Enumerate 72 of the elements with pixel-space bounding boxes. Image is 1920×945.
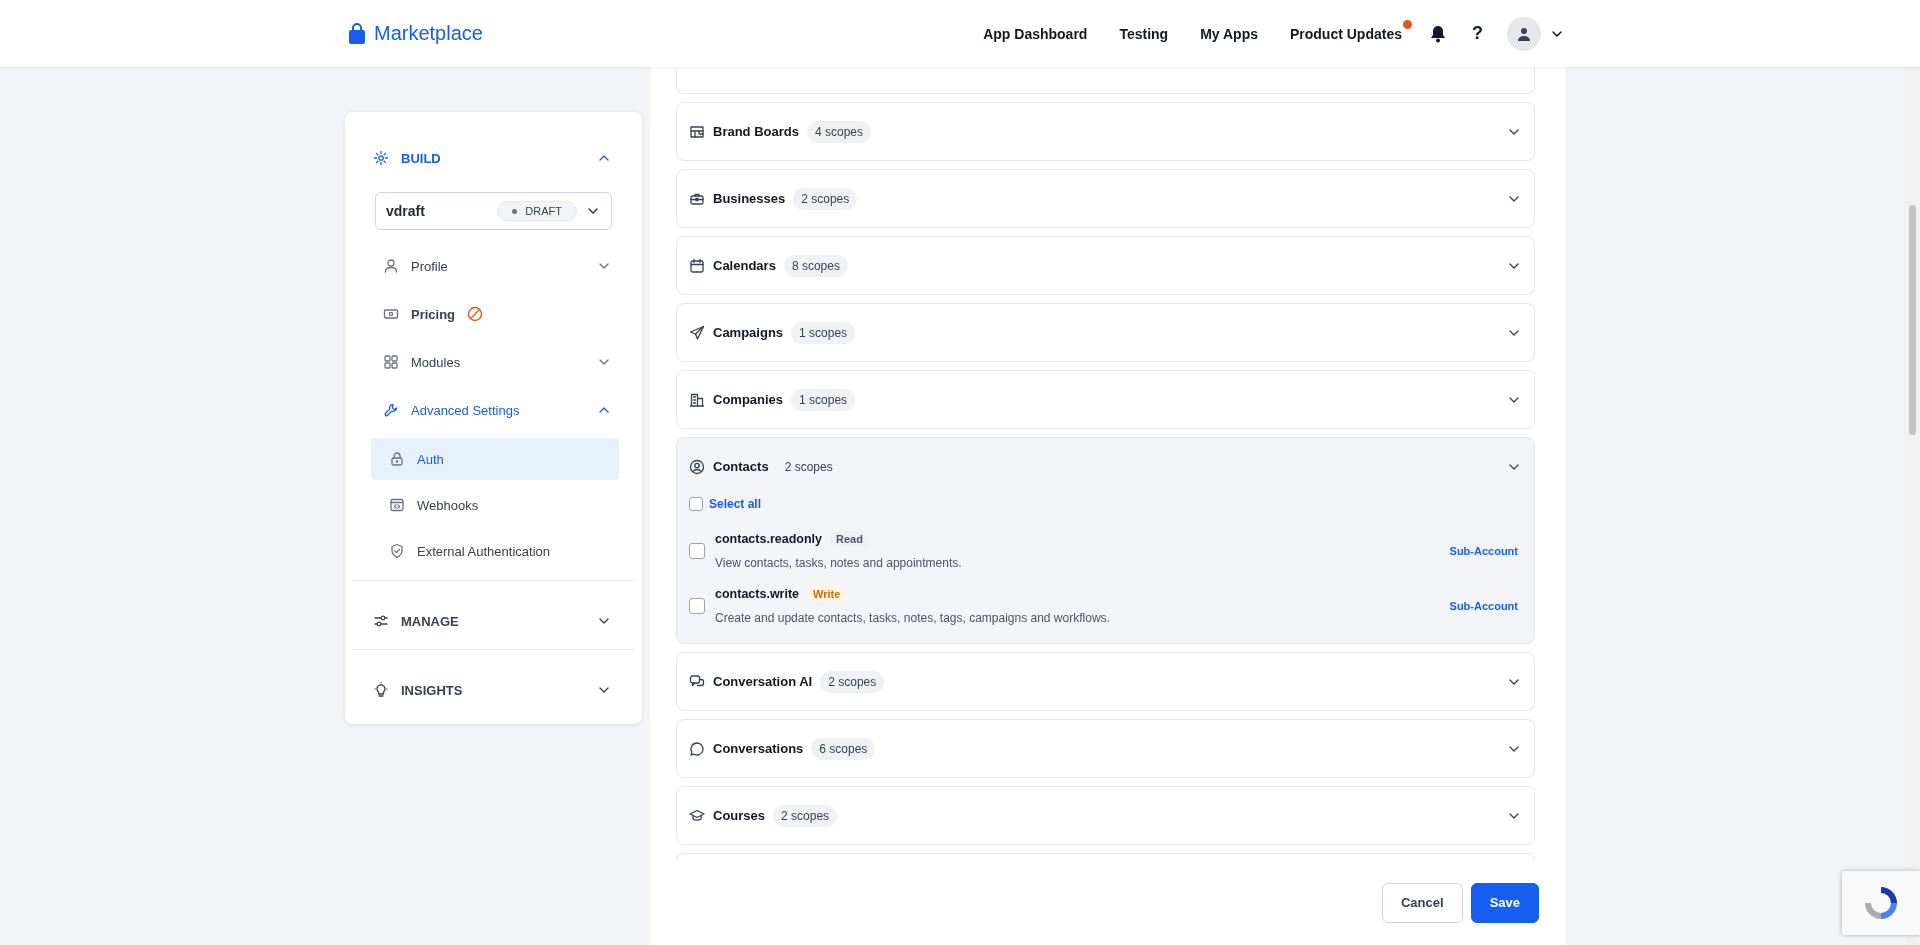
scrollbar[interactable]: [1905, 67, 1920, 945]
sidebar-item[interactable]: Modules: [353, 338, 634, 386]
shopping-bag-icon: [348, 22, 366, 45]
layout-board-icon: [689, 123, 705, 140]
person-icon: [383, 258, 399, 274]
checkbox[interactable]: [689, 497, 703, 511]
lightbulb-icon: [373, 682, 389, 698]
scope-count: 2 scopes: [820, 670, 885, 693]
scope-count: 1 scopes: [791, 321, 856, 344]
section-header[interactable]: BUILD: [353, 138, 634, 178]
scope-count: 2 scopes: [773, 804, 838, 827]
scope-count: 1 scopes: [791, 388, 856, 411]
sidebar-item[interactable]: Profile: [353, 242, 634, 290]
scope-count: 2 scopes: [783, 458, 834, 476]
sliders-icon: [373, 613, 389, 629]
select-all-link[interactable]: Select all: [709, 497, 762, 511]
account-level-link[interactable]: Sub-Account: [1449, 599, 1518, 612]
scope-description: View contacts, tasks, notes and appointments.: [715, 556, 962, 570]
scope-group-header[interactable]: Calendars 8 scopes: [677, 237, 1534, 294]
version-select[interactable]: vdraft DRAFT: [375, 192, 612, 230]
lock-icon: [389, 451, 405, 467]
access-badge: Write: [807, 586, 847, 602]
scope-description: Create and update contacts, tasks, notes, tags, campaigns and workflows.: [715, 611, 1110, 625]
scope-group-header[interactable]: Brand Boards 4 scopes: [677, 103, 1534, 160]
scope-count: 6 scopes: [811, 737, 876, 760]
shield-check-icon: [389, 543, 405, 559]
access-badge: Read: [830, 531, 869, 547]
scope-name: contacts.write: [715, 587, 800, 601]
status-badge: DRAFT: [497, 201, 577, 221]
scope-group-header[interactable]: Conversation AI 2 scopes: [677, 653, 1534, 710]
nav-link[interactable]: Product Updates: [1276, 17, 1416, 50]
sidebar-item[interactable]: Pricing: [353, 290, 634, 338]
code-window-icon: [389, 497, 405, 513]
buildings-icon: [689, 391, 705, 408]
scope-group-header[interactable]: Businesses 2 scopes: [677, 170, 1534, 227]
graduation-cap-icon: [689, 807, 705, 824]
calendar-icon: [689, 257, 705, 274]
gear-icon: [373, 150, 389, 166]
sidebar-subitem[interactable]: Auth: [371, 438, 619, 480]
sidebar-subitem[interactable]: External Authentication: [371, 530, 619, 572]
paper-plane-icon: [689, 324, 705, 341]
banknote-icon: [383, 306, 399, 322]
nav-link[interactable]: My Apps: [1186, 17, 1272, 50]
person-circle-icon: [689, 458, 705, 475]
scope-group-header[interactable]: Conversations 6 scopes: [677, 720, 1534, 777]
section-header[interactable]: MANAGE: [353, 601, 634, 641]
scope-group-header[interactable]: Companies 1 scopes: [677, 371, 1534, 428]
scope-count: 8 scopes: [783, 254, 848, 277]
checkbox[interactable]: [689, 597, 705, 614]
recaptcha-icon: [1864, 886, 1898, 920]
scope-name: contacts.readonly: [715, 532, 822, 546]
wrench-icon: [383, 402, 399, 418]
nav-link[interactable]: Testing: [1105, 17, 1183, 50]
scope-group-header[interactable]: Courses 2 scopes: [677, 787, 1534, 844]
sidebar-item[interactable]: Advanced Settings: [353, 386, 634, 434]
sidebar-subitem[interactable]: Webhooks: [371, 484, 619, 526]
scope-count: 2 scopes: [793, 187, 858, 210]
nav-link[interactable]: App Dashboard: [969, 17, 1102, 50]
grid-icon: [383, 354, 399, 370]
scope-count: 4 scopes: [806, 120, 871, 143]
save-button[interactable]: Save: [1470, 882, 1539, 923]
section-header[interactable]: INSIGHTS: [353, 670, 634, 710]
scope-group-header[interactable]: Contacts 2 scopes: [677, 438, 1534, 495]
chat-bubble-icon: [689, 740, 705, 757]
help-button[interactable]: ?: [1460, 19, 1495, 48]
cancel-button[interactable]: Cancel: [1382, 882, 1463, 923]
bell-icon[interactable]: [1430, 24, 1446, 43]
scope-group-header[interactable]: Campaigns 1 scopes: [677, 304, 1534, 361]
account-level-link[interactable]: Sub-Account: [1449, 544, 1518, 557]
brand-name[interactable]: Marketplace: [374, 22, 483, 45]
avatar-icon: [1517, 26, 1531, 41]
checkbox[interactable]: [689, 542, 705, 559]
